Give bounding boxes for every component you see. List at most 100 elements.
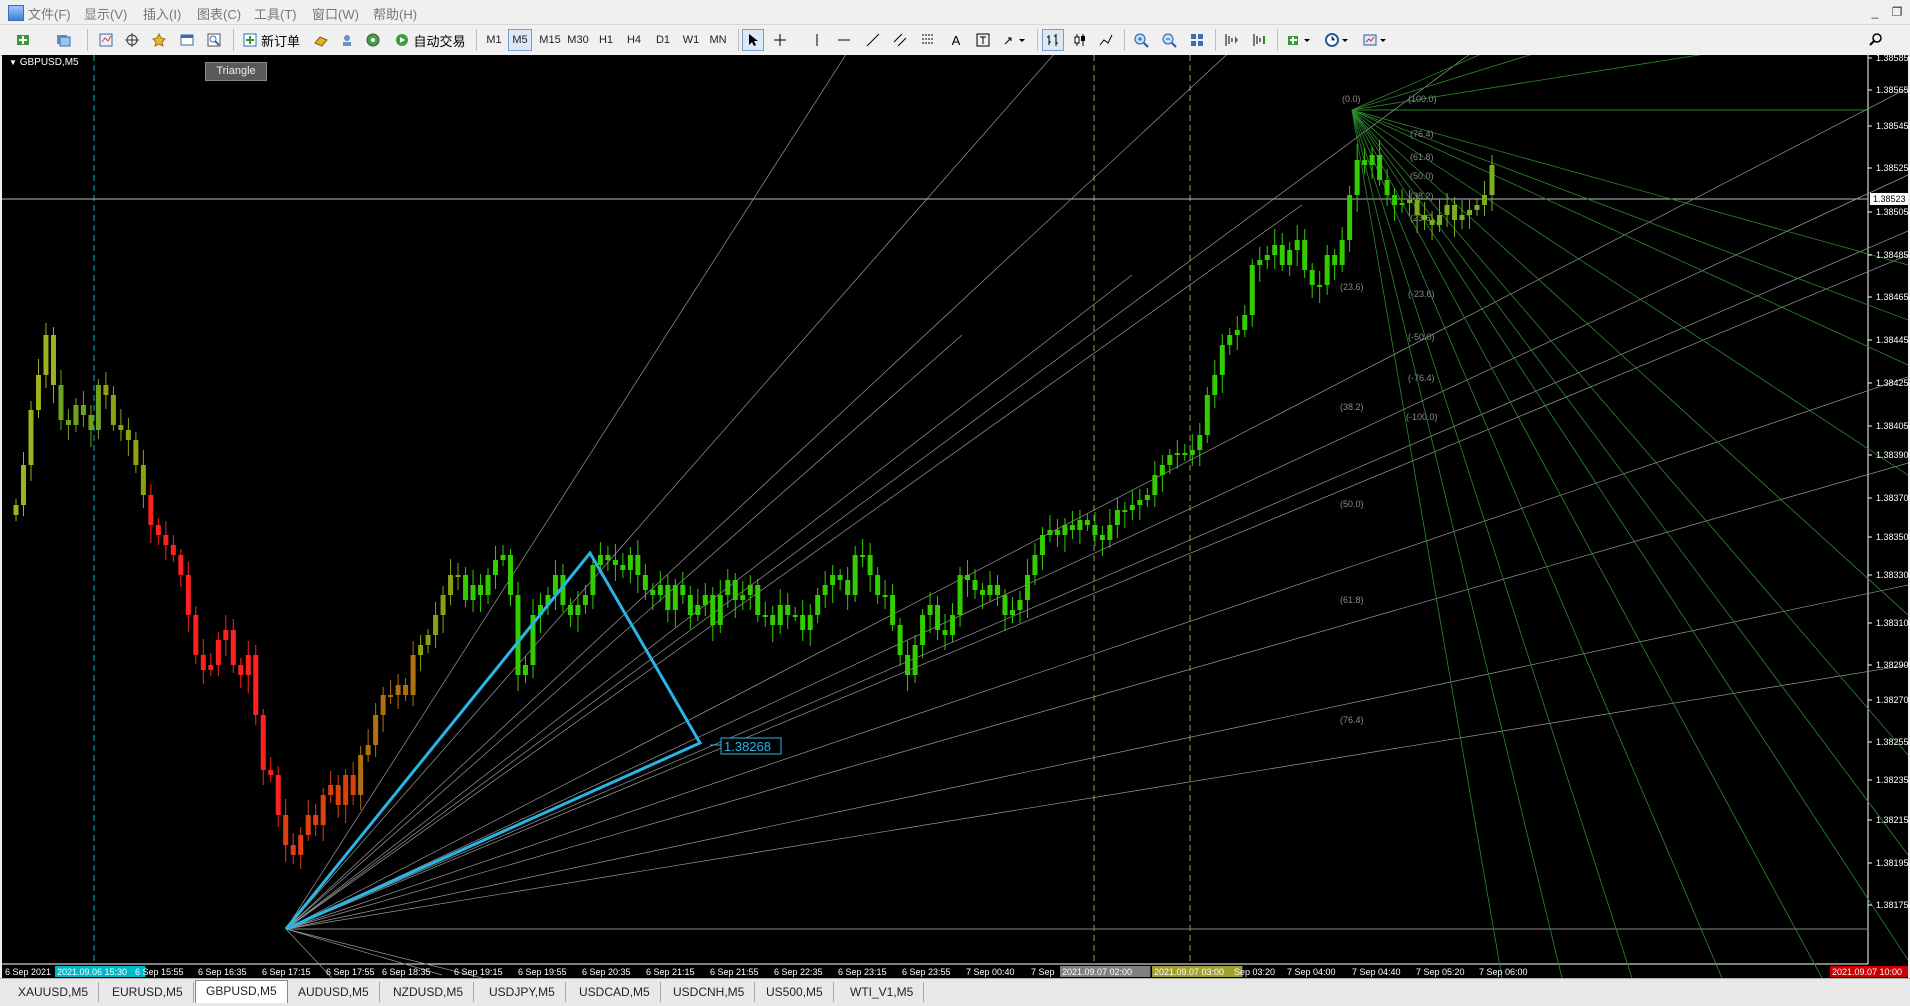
market-icon[interactable] bbox=[336, 29, 358, 51]
tab-eurusd[interactable]: EURUSD,M5 bbox=[102, 982, 194, 1002]
fib-fan-line bbox=[1351, 109, 1908, 756]
menu-window[interactable]: 窗口(W) bbox=[312, 4, 359, 23]
tab-usdcnh[interactable]: USDCNH,M5 bbox=[663, 982, 756, 1002]
restore-icon[interactable]: ❐ bbox=[1888, 4, 1906, 20]
time-axis-label: 6 Sep 19:15 bbox=[454, 967, 503, 977]
timeframe-mn[interactable]: MN bbox=[705, 29, 731, 51]
time-axis-label: 6 Sep 18:35 bbox=[382, 967, 431, 977]
timeframe-d1[interactable]: D1 bbox=[651, 29, 675, 51]
candle-body bbox=[950, 615, 956, 635]
tab-us500[interactable]: US500,M5 bbox=[756, 982, 834, 1002]
signals-icon[interactable] bbox=[362, 29, 384, 51]
candle-body bbox=[1354, 160, 1360, 195]
menu-file[interactable]: 文件(F) bbox=[28, 4, 71, 23]
profiles-icon[interactable] bbox=[48, 29, 78, 51]
tab-nzdusd[interactable]: NZDUSD,M5 bbox=[383, 982, 475, 1002]
tab-wti[interactable]: WTI_V1,M5 bbox=[840, 982, 925, 1002]
bar-chart-icon[interactable] bbox=[1042, 29, 1064, 51]
candlestick-icon[interactable] bbox=[1069, 29, 1091, 51]
templates-icon[interactable] bbox=[1358, 29, 1392, 51]
minimize-icon[interactable]: _ bbox=[1866, 4, 1884, 20]
zoom-out-icon[interactable] bbox=[1158, 29, 1180, 51]
timeframe-m30[interactable]: M30 bbox=[563, 29, 593, 51]
candle-body bbox=[110, 395, 116, 425]
timeframe-h4[interactable]: H4 bbox=[622, 29, 646, 51]
candle-body bbox=[320, 795, 326, 825]
gann-fan-line bbox=[285, 584, 1908, 930]
menu-help[interactable]: 帮助(H) bbox=[373, 4, 417, 23]
menu-view[interactable]: 显示(V) bbox=[84, 4, 127, 23]
candle-body bbox=[957, 575, 963, 615]
timeframe-h1[interactable]: H1 bbox=[594, 29, 618, 51]
candle-body bbox=[1009, 610, 1015, 615]
strategy-tester-icon[interactable] bbox=[203, 29, 225, 51]
candle-body bbox=[1399, 203, 1405, 205]
vertical-line-icon[interactable] bbox=[808, 29, 826, 51]
candle-body bbox=[343, 775, 349, 805]
horizontal-line-icon[interactable] bbox=[833, 29, 855, 51]
menu-charts[interactable]: 图表(C) bbox=[197, 4, 241, 23]
crosshair-icon[interactable] bbox=[769, 29, 791, 51]
zoom-in-icon[interactable] bbox=[1130, 29, 1152, 51]
periods-clock-icon[interactable] bbox=[1320, 29, 1354, 51]
fib-fan-label: (38.2) bbox=[1340, 402, 1364, 412]
price-axis-label: 1.38405 bbox=[1876, 421, 1908, 431]
fibonacci-icon[interactable] bbox=[917, 29, 939, 51]
terminal-icon[interactable] bbox=[176, 29, 198, 51]
time-axis-label: 6 Sep 23:55 bbox=[902, 967, 951, 977]
candle-body bbox=[1347, 195, 1353, 240]
price-chart[interactable]: (0.0) (23.6) (38.2) (50.0) (61.8) (76.4) (100.… bbox=[2, 55, 1908, 978]
timeframe-w1[interactable]: W1 bbox=[679, 29, 703, 51]
candle-body bbox=[830, 575, 836, 585]
timeframe-m15[interactable]: M15 bbox=[535, 29, 565, 51]
cursor-icon[interactable] bbox=[742, 29, 764, 51]
tab-usdjpy[interactable]: USDJPY,M5 bbox=[479, 982, 566, 1002]
chart-area[interactable]: (0.0) (23.6) (38.2) (50.0) (61.8) (76.4) (100.… bbox=[2, 55, 1908, 978]
trendline-icon[interactable] bbox=[862, 29, 884, 51]
menu-tools[interactable]: 工具(T) bbox=[254, 4, 297, 23]
candle-body bbox=[1369, 155, 1375, 165]
candle-body bbox=[425, 635, 431, 645]
candle-body bbox=[1204, 395, 1210, 435]
candle-body bbox=[687, 595, 693, 615]
candle-body bbox=[200, 655, 206, 670]
price-axis-label: 1.38330 bbox=[1876, 570, 1908, 580]
tab-audusd[interactable]: AUDUSD,M5 bbox=[288, 982, 380, 1002]
line-chart-icon[interactable] bbox=[1095, 29, 1117, 51]
candle-body bbox=[717, 595, 723, 625]
chart-tab-bar: XAUUSD,M5 EURUSD,M5 GBPUSD,M5 AUDUSD,M5 … bbox=[0, 978, 1910, 1006]
candle-body bbox=[148, 495, 154, 525]
tab-gbpusd[interactable]: GBPUSD,M5 bbox=[195, 980, 288, 1003]
fib-fan-label: (0.0) bbox=[1342, 94, 1361, 104]
auto-trade-button[interactable]: 自动交易 bbox=[390, 29, 470, 51]
autoscroll-icon[interactable] bbox=[1248, 29, 1270, 51]
arrows-icon[interactable] bbox=[999, 29, 1029, 51]
price-axis-label: 1.38195 bbox=[1876, 858, 1908, 868]
text-icon[interactable]: A bbox=[945, 29, 967, 51]
time-axis-label: 6 Sep 17:15 bbox=[262, 967, 311, 977]
text-label-icon[interactable] bbox=[972, 29, 994, 51]
timeframe-m1[interactable]: M1 bbox=[482, 29, 506, 51]
indicators-icon[interactable] bbox=[1282, 29, 1316, 51]
candle-body bbox=[433, 615, 439, 635]
navigator-icon[interactable] bbox=[148, 29, 170, 51]
market-watch-icon[interactable] bbox=[95, 29, 117, 51]
candle-body bbox=[777, 605, 783, 625]
new-order-button[interactable]: 新订单 bbox=[240, 29, 302, 51]
tile-windows-icon[interactable] bbox=[1186, 29, 1208, 51]
candle-body bbox=[590, 565, 596, 595]
equidistant-channel-icon[interactable] bbox=[889, 29, 911, 51]
crosshair-nav-icon[interactable] bbox=[121, 29, 143, 51]
new-chart-icon[interactable] bbox=[8, 29, 38, 51]
chart-shift-icon[interactable] bbox=[1220, 29, 1242, 51]
tab-usdcad[interactable]: USDCAD,M5 bbox=[569, 982, 661, 1002]
candle-body bbox=[942, 630, 948, 635]
tab-xauusd[interactable]: XAUUSD,M5 bbox=[8, 982, 100, 1002]
candle-body bbox=[875, 575, 881, 595]
gold-icon[interactable] bbox=[310, 29, 332, 51]
chart-symbol-text: GBPUSD,M5 bbox=[19, 57, 79, 68]
candle-body bbox=[605, 555, 611, 560]
search-icon[interactable] bbox=[1865, 29, 1887, 51]
menu-insert[interactable]: 插入(I) bbox=[143, 4, 181, 23]
timeframe-m5[interactable]: M5 bbox=[508, 29, 532, 51]
